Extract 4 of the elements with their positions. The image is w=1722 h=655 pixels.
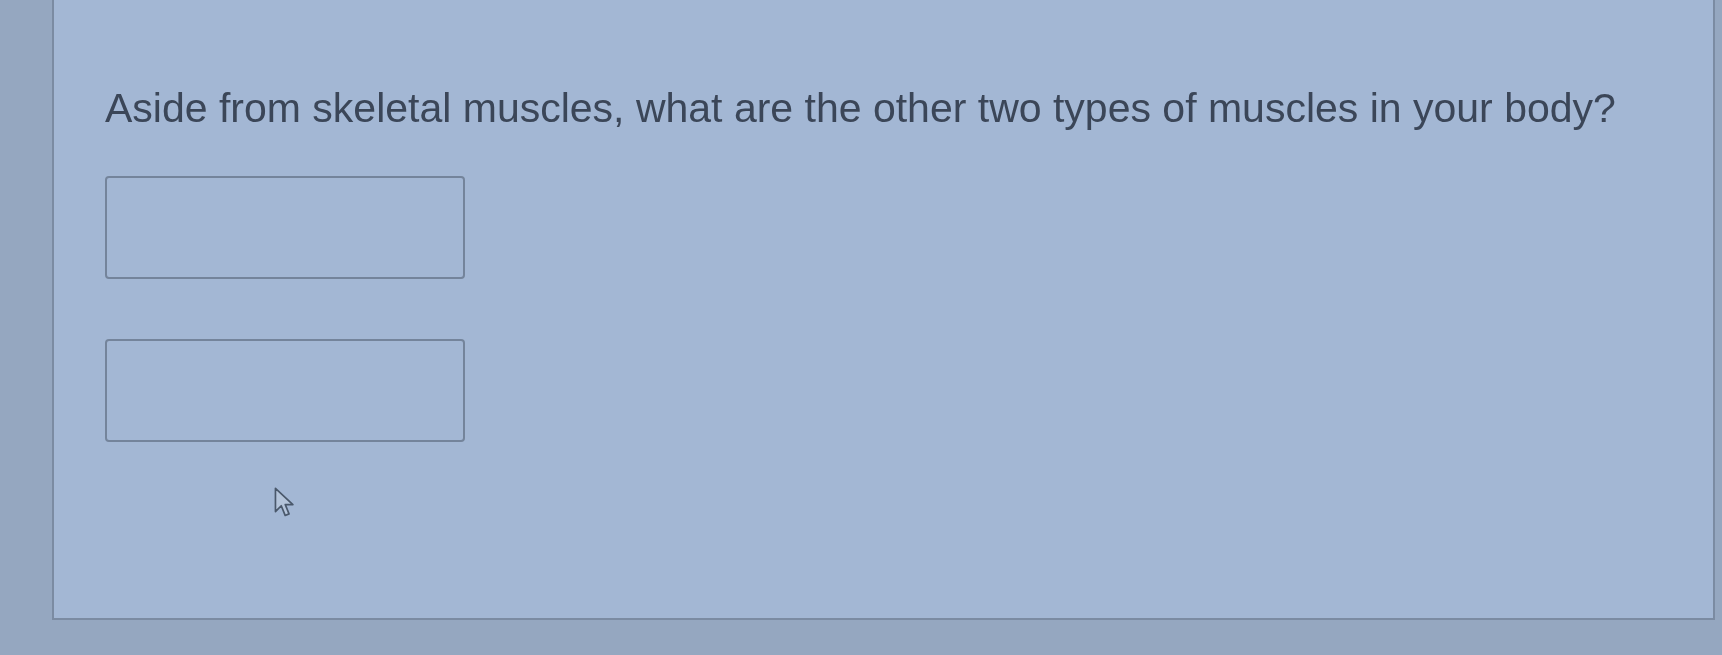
answer-box[interactable]: [105, 339, 465, 442]
question-text: Aside from skeletal muscles, what are the other two types of muscles in your body?: [105, 84, 1616, 132]
mouse-cursor-icon: [274, 487, 295, 518]
answer-box[interactable]: [105, 176, 465, 279]
